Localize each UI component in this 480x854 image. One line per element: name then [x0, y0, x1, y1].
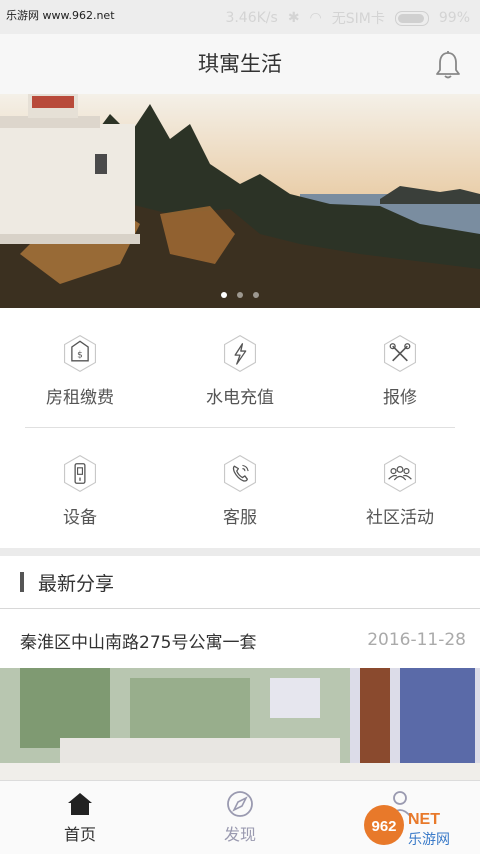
logo-number: 962	[371, 818, 396, 835]
divider	[0, 608, 480, 609]
banner-image	[0, 94, 480, 308]
watermark-text: 乐游网 www.962.net	[6, 9, 115, 22]
repair-tools-icon	[383, 334, 417, 373]
divider	[25, 427, 455, 428]
service-label: 水电充值	[206, 388, 274, 408]
app-header: 琪寓生活	[0, 34, 480, 94]
lightning-icon	[223, 334, 257, 373]
page-title: 琪寓生活	[198, 52, 282, 76]
post-date: 2016-11-28	[367, 630, 466, 650]
battery-icon	[394, 10, 429, 26]
service-tile[interactable]: $ 房租缴费	[0, 308, 160, 408]
carousel-dot[interactable]	[253, 292, 259, 298]
tab-label: 首页	[63, 825, 96, 844]
logo-suffix: NET	[408, 811, 440, 828]
carousel-dot[interactable]	[237, 292, 243, 298]
tab-home[interactable]: 首页	[0, 781, 160, 854]
network-speed: 3.46K/s	[225, 10, 278, 26]
section-separator	[0, 548, 480, 556]
status-icons: 3.46K/s ✱ ◠ 无SIM卡 99%	[225, 8, 470, 28]
service-label: 社区活动	[366, 508, 434, 528]
status-bar: 乐游网 www.962.net 3.46K/s ✱ ◠ 无SIM卡 99%	[0, 0, 480, 34]
service-label: 客服	[223, 508, 257, 528]
tab-compass[interactable]: 发现	[160, 781, 320, 854]
home-icon	[68, 793, 92, 815]
service-tile[interactable]: 报修	[320, 308, 480, 408]
post-thumbnail[interactable]	[0, 668, 480, 780]
service-tile[interactable]: 设备	[0, 428, 160, 528]
wifi-icon: ◠	[309, 10, 322, 26]
section-marker	[20, 572, 24, 592]
compass-icon	[227, 791, 253, 817]
section-title: 最新分享	[38, 573, 115, 595]
apartment-photo	[0, 668, 480, 780]
banner-carousel[interactable]	[0, 94, 480, 308]
bluetooth-icon: ✱	[287, 10, 300, 26]
service-label: 设备	[63, 508, 97, 528]
post-title[interactable]: 秦淮区中山南路275号公寓一套	[20, 628, 256, 653]
service-tile[interactable]: 客服	[160, 428, 320, 528]
phone-icon	[223, 454, 257, 493]
service-tile[interactable]: 水电充值	[160, 308, 320, 408]
carousel-dots	[0, 292, 480, 298]
door-lock-icon	[63, 454, 97, 493]
site-logo: 962 NET 乐游网	[364, 805, 450, 848]
service-label: 报修	[383, 388, 417, 408]
svg-text:$: $	[77, 351, 83, 361]
battery-percent: 99%	[438, 10, 470, 26]
sim-status: 无SIM卡	[331, 11, 385, 27]
service-label: 房租缴费	[46, 388, 114, 408]
community-people-icon	[383, 454, 417, 493]
section-header: 最新分享	[0, 556, 480, 608]
carousel-dot[interactable]	[221, 292, 227, 298]
bell-icon[interactable]	[434, 50, 462, 80]
tab-label: 发现	[223, 825, 256, 844]
service-tile[interactable]: 社区活动	[320, 428, 480, 528]
house-payment-icon: $	[63, 334, 97, 373]
logo-caption: 乐游网	[408, 832, 450, 848]
